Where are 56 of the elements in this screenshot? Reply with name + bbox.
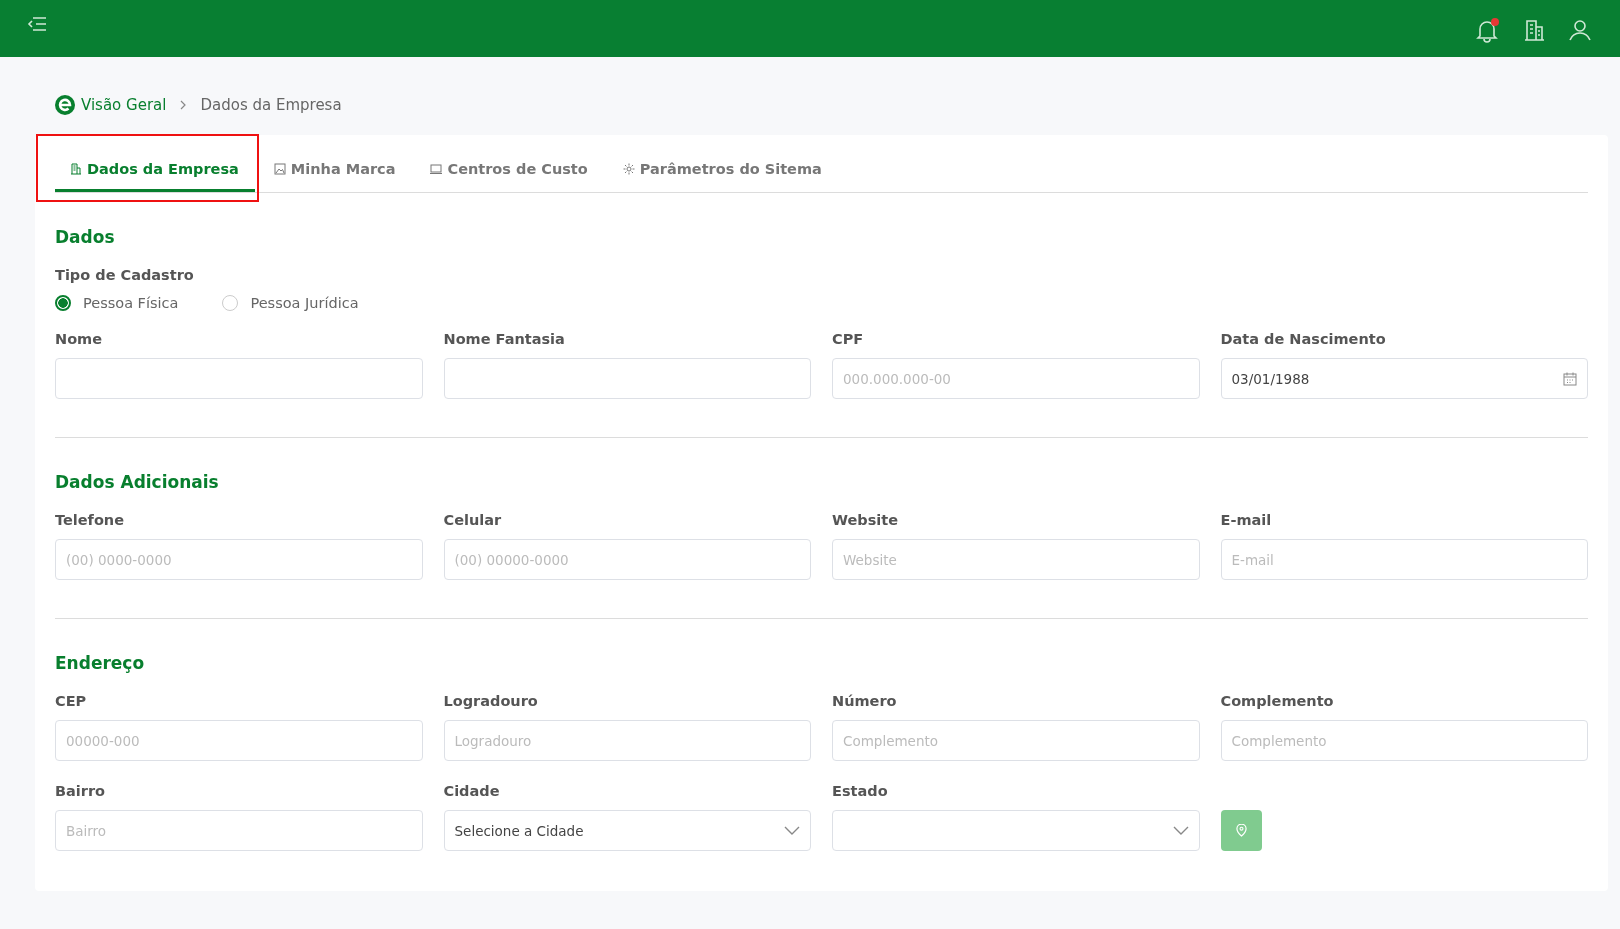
location-button[interactable] [1220,810,1262,851]
input-field[interactable]: E-mail [1220,539,1588,580]
date-field[interactable]: 03/01/1988 [1220,358,1588,399]
field-label: Tipo de Cadastro [55,267,195,285]
menu-collapse-icon[interactable] [27,16,47,32]
input-field[interactable]: 00000-000 [55,720,423,761]
chevron-down-icon [784,825,800,836]
field-label: Data de Nascimento [1220,331,1387,349]
input-field[interactable]: (00) 00000-0000 [443,539,811,580]
tab[interactable]: Centros de Custo [415,147,604,192]
field-label: Bairro [55,783,107,801]
input-field[interactable]: Logradouro [443,720,811,761]
select-field[interactable] [832,810,1200,851]
chevron-down-icon [1172,825,1189,836]
field-label: E-mail [1220,512,1273,530]
tab[interactable]: Parâmetros do Sitema [607,147,838,192]
building-icon[interactable] [1522,17,1546,42]
field-label: Logradouro [443,693,539,711]
radio-option[interactable]: Pessoa Física [55,295,179,311]
field-label: CEP [55,693,88,711]
building-icon [70,163,82,175]
field-label: Website [832,512,900,530]
input-field[interactable]: Complemento [1220,720,1588,761]
tab[interactable]: Dados da Empresa [55,147,255,192]
field-label: CPF [832,331,865,349]
input-field[interactable]: Website [832,539,1200,580]
field-label: Celular [443,512,503,530]
tab[interactable]: Minha Marca [258,147,412,192]
field-label: Telefone [55,512,126,530]
location-pin-icon [1235,824,1247,837]
field-label: Número [832,693,898,711]
input-field[interactable]: (00) 0000-0000 [55,539,423,580]
monitor-icon [430,163,443,175]
breadcrumb-current: Dados da Empresa [200,96,342,114]
input-field[interactable] [55,358,423,399]
notification-bell-icon[interactable] [1474,16,1500,43]
input-field[interactable]: Bairro [55,810,423,851]
field-label: Cidade [443,783,501,801]
field-label: Estado [832,783,889,801]
image-icon [273,163,286,175]
section-title: Dados [55,227,116,247]
section-title: Endereço [55,653,146,673]
input-field[interactable]: 000.000.000-00 [832,358,1200,399]
select-field[interactable]: Selecione a Cidade [443,810,811,851]
field-label: Nome Fantasia [443,331,566,349]
field-label: Complemento [1220,693,1335,711]
radio-option[interactable]: Pessoa Jurídica [222,295,359,311]
calendar-icon [1563,371,1577,386]
field-label: Nome [55,331,104,349]
input-field[interactable] [443,358,811,399]
section-title: Dados Adicionais [55,472,220,492]
gear-icon [622,163,635,175]
user-icon[interactable] [1568,17,1592,42]
logo-icon [55,95,75,115]
input-field[interactable]: Complemento [832,720,1200,761]
breadcrumb-link[interactable]: Visão Geral [81,96,167,114]
